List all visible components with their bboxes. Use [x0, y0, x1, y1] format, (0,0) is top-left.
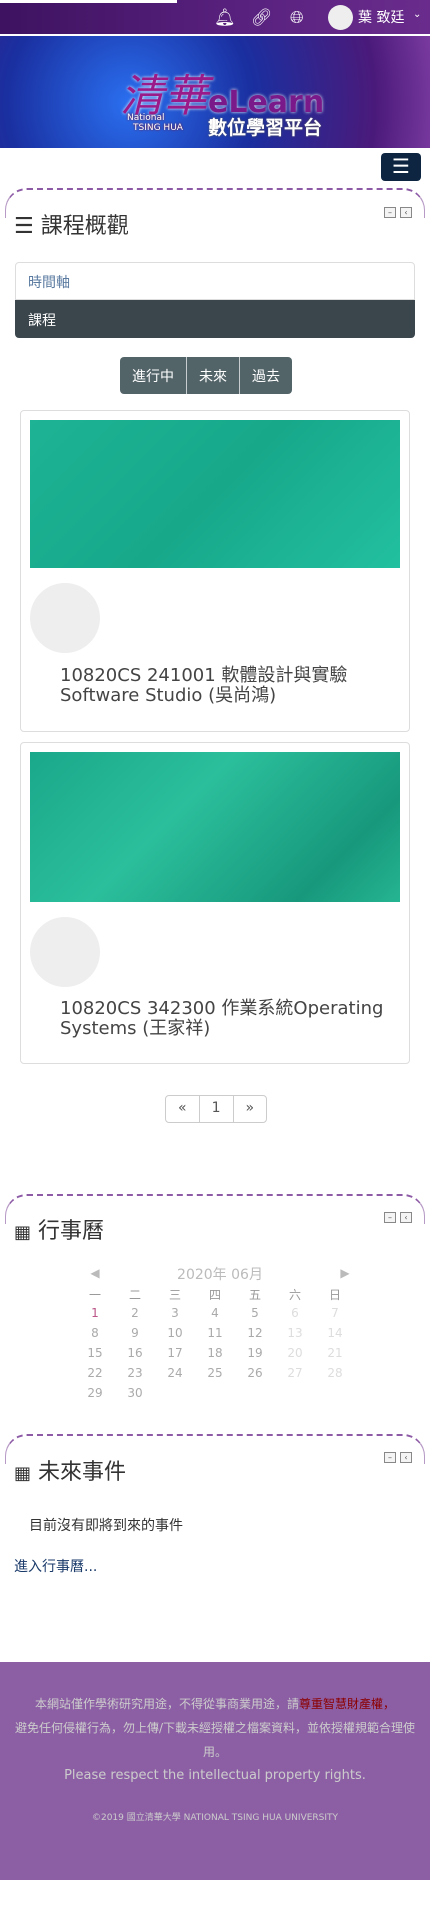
footer-notice: 本網站僅作學術研究用途，不得從事商業用途，請尊重智慧財產權， [3, 1692, 427, 1716]
footer: 本網站僅作學術研究用途，不得從事商業用途，請尊重智慧財產權， 避免任何侵權行為，… [0, 1662, 430, 1880]
globe-icon[interactable]: 🌐︎ [290, 8, 304, 28]
weekday-header: 四 [208, 1288, 221, 1302]
calendar-day[interactable]: 23 [115, 1366, 155, 1380]
link-icon[interactable]: 🔗︎ [251, 8, 273, 28]
course-icon [30, 917, 100, 987]
course-filter-group: 進行中 未來 過去 [120, 357, 292, 394]
calendar-day[interactable]: 18 [195, 1346, 235, 1360]
calendar-day[interactable]: 9 [115, 1326, 155, 1340]
filter-future[interactable]: 未來 [187, 357, 240, 394]
calendar-day[interactable]: 21 [315, 1346, 355, 1360]
weekday-header: 六 [288, 1288, 301, 1302]
logo-en-1: National [127, 113, 165, 123]
weekday-header: 二 [128, 1288, 141, 1302]
calendar-day[interactable]: 15 [75, 1346, 115, 1360]
block-title: 未來事件 [38, 1460, 127, 1485]
weekday-header: 日 [328, 1288, 341, 1302]
calendar-day[interactable]: 1 [75, 1306, 115, 1320]
footer-emphasis: 尊重智慧財產權， [299, 1697, 396, 1711]
calendar-day[interactable]: 14 [315, 1326, 355, 1340]
next-month-button[interactable]: ▶ [335, 1266, 355, 1280]
dock-icon[interactable]: ‹ [400, 1452, 412, 1463]
calendar-day[interactable]: 30 [115, 1386, 155, 1400]
prev-month-button[interactable]: ◀ [75, 1266, 115, 1280]
calendar-day[interactable]: 17 [155, 1346, 195, 1360]
calendar-icon: ▦ [14, 1463, 32, 1484]
upcoming-title: ▦ 未來事件 [14, 1454, 126, 1486]
dock-icon[interactable]: ‹ [400, 207, 412, 218]
user-avatar[interactable] [328, 5, 353, 30]
logo-en-2: TSING HUA [133, 123, 183, 133]
calendar-day[interactable]: 24 [155, 1366, 195, 1380]
calendar-icon: ▦ [14, 1222, 32, 1243]
course-image[interactable] [30, 752, 400, 902]
calendar-day[interactable]: 4 [195, 1306, 235, 1320]
tab-timeline[interactable]: 時間軸 [15, 262, 415, 300]
user-name[interactable]: 葉 致廷 [358, 7, 404, 27]
dock-icon[interactable]: ‹ [400, 1212, 412, 1223]
collapse-icon[interactable]: – [384, 1452, 396, 1463]
collapse-icon[interactable]: – [384, 207, 396, 218]
loading-bar [0, 0, 177, 3]
weekday-header: 三 [168, 1288, 181, 1302]
course-image[interactable] [30, 420, 400, 568]
pagination-page[interactable]: 1 [200, 1096, 234, 1122]
block-title: 行事曆 [38, 1219, 105, 1244]
calendar-day[interactable]: 28 [315, 1366, 355, 1380]
calendar-day[interactable]: 8 [75, 1326, 115, 1340]
footer-line1: 本網站僅作學術研究用途，不得從事商業用途，請 [34, 1697, 299, 1711]
weekday-header: 五 [248, 1288, 261, 1302]
block-title: 課程概觀 [40, 214, 129, 239]
tab-courses[interactable]: 課程 [15, 300, 415, 338]
calendar-month: 2020年 06月 [177, 1267, 263, 1283]
logo-english: National TSING HUA [127, 113, 183, 133]
calendar-day[interactable]: 20 [275, 1346, 315, 1360]
logo-subtitle: 數位學習平台 [208, 117, 323, 139]
calendar-day[interactable]: 16 [115, 1346, 155, 1360]
no-events-text: 目前沒有即將到來的事件 [29, 1518, 183, 1534]
calendar-day[interactable]: 6 [275, 1306, 315, 1320]
chevron-down-icon[interactable]: ⌄ [413, 9, 421, 20]
calendar-day[interactable]: 12 [235, 1326, 275, 1340]
go-to-calendar-link[interactable]: 進入行事曆... [14, 1556, 97, 1576]
course-title-link[interactable]: 10820CS 241001 軟體設計與實驗Software Studio (吳… [60, 666, 410, 706]
menu-toggle-button[interactable]: ☰ [381, 153, 421, 181]
calendar-day[interactable]: 13 [275, 1326, 315, 1340]
course-overview-title: ☰ 課程概觀 [14, 208, 129, 240]
course-icon [30, 583, 100, 653]
filter-in-progress[interactable]: 進行中 [120, 357, 187, 394]
calendar-day[interactable]: 7 [315, 1306, 355, 1320]
calendar-day[interactable]: 2 [115, 1306, 155, 1320]
collapse-icon[interactable]: – [384, 1212, 396, 1223]
calendar-title: ▦ 行事曆 [14, 1213, 104, 1245]
calendar-day[interactable]: 11 [195, 1326, 235, 1340]
filter-past[interactable]: 過去 [240, 357, 292, 394]
calendar-day[interactable]: 29 [75, 1386, 115, 1400]
pagination: « 1 » [165, 1095, 268, 1123]
bell-icon[interactable]: 🔔︎ [214, 8, 236, 28]
calendar-day[interactable]: 26 [235, 1366, 275, 1380]
calendar-day[interactable]: 27 [275, 1366, 315, 1380]
calendar-day[interactable]: 25 [195, 1366, 235, 1380]
hamburger-icon: ☰ [14, 214, 34, 239]
footer-line2: 避免任何侵權行為，勿上傳/下載未經授權之檔案資料，並依授權規範合理使用。 [14, 1721, 416, 1759]
weekday-header: 一 [88, 1288, 101, 1302]
calendar-day[interactable]: 3 [155, 1306, 195, 1320]
calendar-day[interactable]: 5 [235, 1306, 275, 1320]
pagination-next[interactable]: » [234, 1096, 267, 1122]
calendar-day[interactable]: 19 [235, 1346, 275, 1360]
footer-copyright: ©2019 國立清華大學 NATIONAL TSING HUA UNIVERSI… [91, 1813, 339, 1823]
calendar-day[interactable]: 22 [75, 1366, 115, 1380]
course-title-link[interactable]: 10820CS 342300 作業系統Operating Systems (王家… [60, 999, 410, 1039]
footer-english: Please respect the intellectual property… [64, 1768, 366, 1783]
calendar-day[interactable]: 10 [155, 1326, 195, 1340]
pagination-prev[interactable]: « [166, 1096, 200, 1122]
